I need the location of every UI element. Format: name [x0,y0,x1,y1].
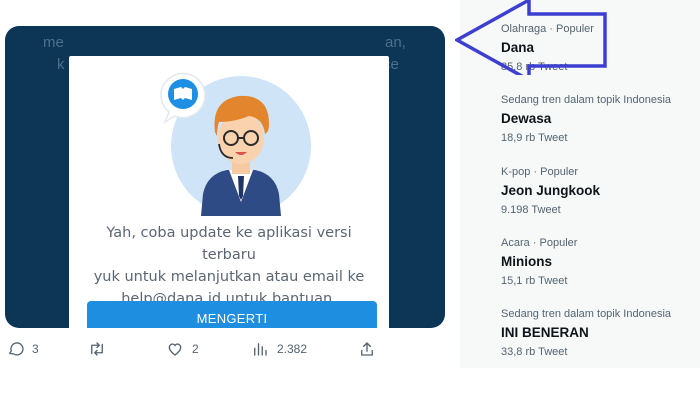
views-icon [254,343,267,356]
tweet-media[interactable]: me an, k ce Yah, coba update ke aplikasi… [5,26,445,328]
trend-count: 33,8 rb Tweet [501,346,568,358]
trend-name: Dewasa [501,111,552,126]
share-icon [361,342,373,356]
like-count: 2 [192,342,199,356]
dialog-message-line: Yah, coba update ke aplikasi versi terba… [106,225,352,263]
trend-count: 18,9 rb Tweet [501,132,568,144]
retweet-icon [91,342,103,356]
bg-text-fragment: an, [385,34,406,51]
trend-context: Sedang tren dalam topik Indonesia [501,94,672,106]
trend-item[interactable]: Sedang tren dalam topik Indonesia Dewasa… [501,93,696,145]
retweet-button[interactable] [88,340,114,358]
reply-icon [9,342,24,356]
trend-name: Minions [501,254,552,269]
share-button[interactable] [358,340,376,358]
like-icon [168,343,182,356]
views-button[interactable]: 2.382 [251,340,307,358]
trend-item[interactable]: Sedang tren dalam topik Indonesia INI BE… [501,307,696,359]
dialog-message-line: yuk untuk melanjutkan atau email ke [93,269,365,285]
bg-text-fragment: me [43,34,64,51]
annotation-arrow-icon [455,0,607,75]
trend-count: 15,1 rb Tweet [501,275,568,287]
dialog-message: Yah, coba update ke aplikasi versi terba… [79,222,379,310]
trend-name: INI BENERAN [501,325,589,340]
trend-item[interactable]: Acara · Populer Minions 15,1 rb Tweet [501,236,696,288]
like-button[interactable]: 2 [166,340,199,358]
mengerti-button[interactable]: MENGERTI [87,301,377,328]
trend-context: Acara · Populer [501,237,578,249]
reply-count: 3 [32,342,39,356]
update-dialog: Yah, coba update ke aplikasi versi terba… [69,56,389,328]
trend-name: Jeon Jungkook [501,183,601,198]
trend-item[interactable]: K-pop · Populer Jeon Jungkook 9.198 Twee… [501,165,696,217]
trend-context: Sedang tren dalam topik Indonesia [501,308,672,320]
bg-text-fragment: k [57,56,65,73]
trend-count: 9.198 Tweet [501,204,561,216]
trend-context: K-pop · Populer [501,166,579,178]
views-count: 2.382 [277,342,308,356]
reply-button[interactable]: 3 [6,340,39,358]
customer-service-illustration [160,72,311,216]
